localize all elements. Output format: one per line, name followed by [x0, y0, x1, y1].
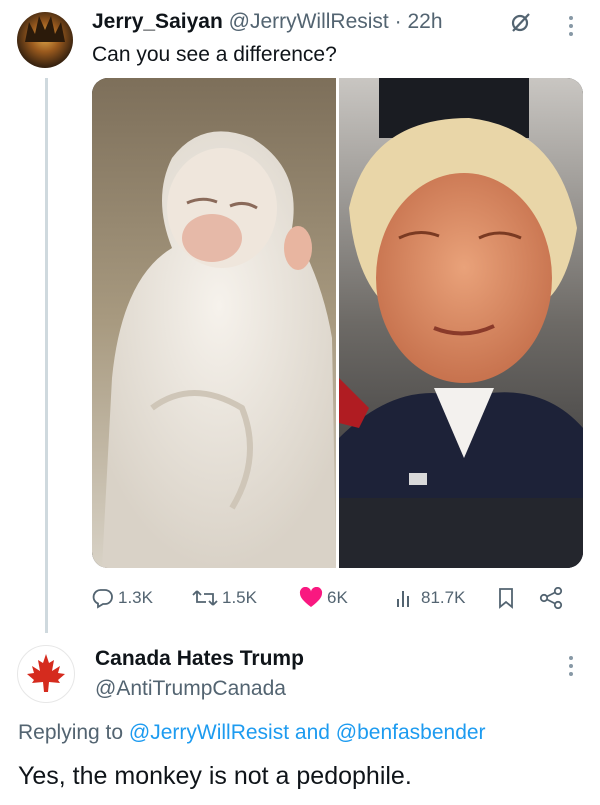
author-handle[interactable]: @JerryWillResist — [229, 10, 389, 33]
reply-text: Yes, the monkey is not a pedophile. — [18, 762, 412, 790]
views-action[interactable]: 81.7K — [395, 587, 465, 609]
replying-prefix: Replying to — [18, 721, 124, 744]
like-count: 6K — [327, 588, 348, 607]
grok-icon[interactable] — [510, 11, 532, 33]
bookmark-icon — [499, 588, 513, 609]
views-icon — [397, 591, 409, 607]
repost-count: 1.5K — [222, 588, 257, 607]
reply-author-handle[interactable]: @AntiTrumpCanada — [95, 677, 286, 701]
avatar-hair-graphic — [25, 16, 65, 42]
replying-and: and — [294, 721, 330, 744]
header-separator: · — [394, 10, 402, 33]
reply-avatar[interactable] — [17, 645, 75, 703]
bookmark-action[interactable] — [496, 587, 520, 609]
reply-action[interactable]: 1.3K — [92, 587, 153, 609]
tweet-time[interactable]: 22h — [407, 10, 442, 33]
like-action[interactable]: 6K — [299, 587, 348, 609]
avatar[interactable] — [17, 12, 73, 68]
share-action[interactable] — [539, 587, 567, 609]
reply-author-name[interactable]: Canada Hates Trump — [95, 647, 304, 671]
reply-count: 1.3K — [118, 588, 153, 607]
author-name[interactable]: Jerry_Saiyan — [92, 10, 223, 33]
replying-user-link[interactable]: @JerryWillResist — [129, 721, 289, 744]
man-in-suit-photo[interactable] — [339, 78, 583, 568]
replying-user-link[interactable]: @benfasbender — [336, 721, 486, 744]
tweet-media[interactable] — [92, 78, 583, 568]
tweet-header: Jerry_Saiyan @JerryWillResist · 22h — [92, 10, 443, 34]
repost-icon — [192, 590, 218, 606]
replying-to: Replying to @JerryWillResist and @benfas… — [18, 721, 486, 745]
tweet-text: Can you see a difference? — [92, 43, 337, 66]
more-icon[interactable] — [564, 12, 578, 42]
share-icon — [539, 587, 563, 609]
white-monkey-photo[interactable] — [92, 78, 336, 568]
view-count: 81.7K — [421, 588, 466, 607]
thread-line — [45, 78, 48, 633]
maple-leaf-icon — [27, 654, 65, 692]
repost-action[interactable]: 1.5K — [192, 587, 257, 609]
heart-icon — [299, 587, 323, 607]
more-icon[interactable] — [564, 652, 578, 682]
tweet-actions: 1.3K 1.5K 6K 81.7K — [92, 587, 582, 615]
reply-icon — [92, 589, 113, 609]
